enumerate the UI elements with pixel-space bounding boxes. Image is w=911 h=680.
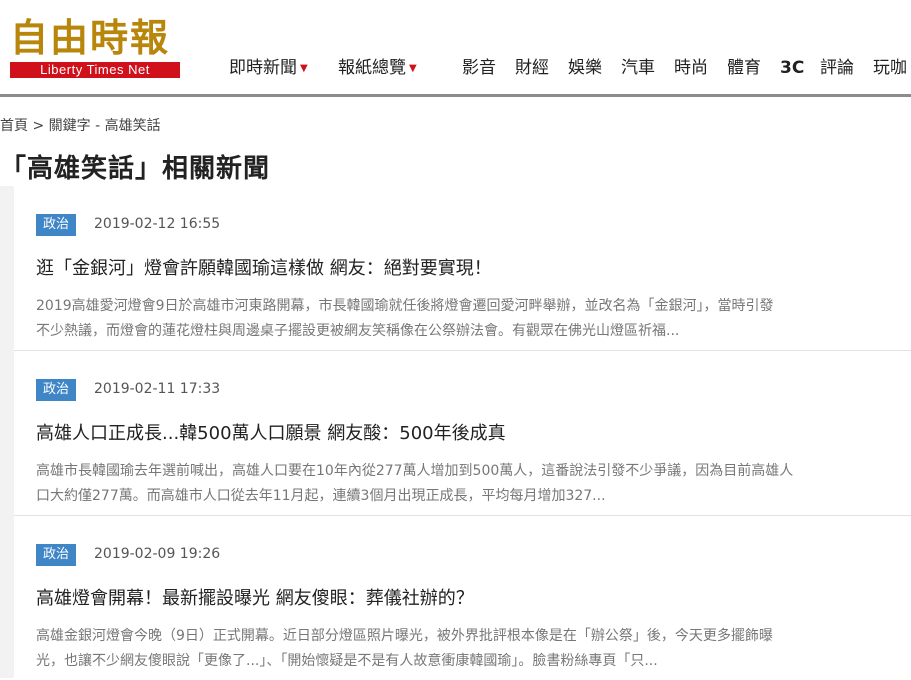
summary-line: 高雄金銀河燈會今晚（9日）正式開幕。近日部分燈區照片曝光，被外界批評根本像是在「… bbox=[36, 628, 773, 644]
nav-item-finance[interactable]: 財經 bbox=[515, 56, 549, 80]
news-summary: 高雄金銀河燈會今晚（9日）正式開幕。近日部分燈區照片曝光，被外界批評根本像是在「… bbox=[36, 624, 898, 674]
logo-char: 時 bbox=[90, 15, 129, 60]
news-headline-link[interactable]: 高雄燈會開幕！最新擺設曝光 網友傻眼：葬儀社辦的？ bbox=[36, 584, 474, 610]
news-headline-link[interactable]: 高雄人口正成長...韓500萬人口願景 網友酸：500年後成真 bbox=[36, 419, 506, 445]
nav-item-fashion[interactable]: 時尚 bbox=[674, 56, 708, 80]
logo-char: 自 bbox=[10, 15, 49, 60]
nav-item-commentary[interactable]: 評論 bbox=[820, 56, 854, 80]
category-badge[interactable]: 政治 bbox=[36, 214, 77, 236]
summary-line: 光，也讓不少網友傻眼說「更像了...」、「開始懷疑是不是有人故意衝康韓國瑜」。臉… bbox=[36, 653, 658, 669]
site-header: 自 由 時 報 Liberty Times Net 即時新聞 ▼ 報紙總覽 ▼ 影音… bbox=[0, 0, 911, 97]
caret-down-icon: ▼ bbox=[300, 63, 308, 74]
news-summary: 2019高雄愛河燈會9日於高雄市河東路開幕，市長韓國瑜就任後將燈會遷回愛河畔舉辦… bbox=[36, 294, 898, 344]
breadcrumb-home-link[interactable]: 首頁 bbox=[0, 118, 28, 134]
caret-down-icon: ▼ bbox=[409, 63, 417, 74]
news-card: 政治 2019-02-09 19:26 高雄燈會開幕！最新擺設曝光 網友傻眼：葬… bbox=[14, 516, 911, 680]
logo-english: Liberty Times Net bbox=[10, 62, 180, 78]
news-date: 2019-02-11 17:33 bbox=[94, 381, 221, 397]
nav-label: 報紙總覽 bbox=[338, 58, 406, 78]
nav-item-auto[interactable]: 汽車 bbox=[621, 56, 655, 80]
summary-line: 口大約僅277萬。而高雄市人口從去年11月起，連續3個月出現正成長，平均每月增加… bbox=[36, 488, 606, 504]
nav-item-entertainment[interactable]: 娛樂 bbox=[568, 56, 602, 80]
logo-char: 由 bbox=[50, 15, 89, 60]
nav-item-playfun[interactable]: 玩咖 bbox=[873, 56, 907, 80]
news-summary: 高雄市長韓國瑜去年選前喊出，高雄人口要在10年內從277萬人增加到500萬人，這… bbox=[36, 459, 898, 509]
nav-item-realtime-news[interactable]: 即時新聞 ▼ bbox=[229, 56, 308, 83]
breadcrumb: 首頁 > 關鍵字 - 高雄笑話 bbox=[0, 115, 161, 135]
summary-line: 2019高雄愛河燈會9日於高雄市河東路開幕，市長韓國瑜就任後將燈會遷回愛河畔舉辦… bbox=[36, 298, 774, 314]
header-divider bbox=[0, 94, 911, 97]
nav-label: 即時新聞 bbox=[229, 58, 297, 78]
news-date: 2019-02-09 19:26 bbox=[94, 546, 221, 562]
news-list: 政治 2019-02-12 16:55 逛「金銀河」燈會許願韓國瑜這樣做 網友：… bbox=[0, 186, 911, 680]
news-card: 政治 2019-02-12 16:55 逛「金銀河」燈會許願韓國瑜這樣做 網友：… bbox=[14, 186, 911, 350]
news-date: 2019-02-12 16:55 bbox=[94, 216, 221, 232]
site-logo[interactable]: 自 由 時 報 Liberty Times Net bbox=[10, 18, 182, 80]
summary-line: 不少熱議，而燈會的蓮花燈柱與周邊桌子擺設更被網友笑稱像在公祭辦法會。有觀眾在佛光… bbox=[36, 323, 680, 339]
logo-chinese: 自 由 時 報 bbox=[10, 18, 182, 58]
category-badge[interactable]: 政治 bbox=[36, 544, 77, 566]
nav-item-newspaper[interactable]: 報紙總覽 ▼ bbox=[338, 56, 417, 83]
category-badge[interactable]: 政治 bbox=[36, 379, 77, 401]
logo-char: 報 bbox=[130, 15, 169, 60]
nav-item-video[interactable]: 影音 bbox=[462, 56, 496, 80]
news-headline-link[interactable]: 逛「金銀河」燈會許願韓國瑜這樣做 網友：絕對要實現！ bbox=[36, 254, 492, 280]
nav-item-3c[interactable]: 3C bbox=[780, 56, 804, 80]
nav-item-sports[interactable]: 體育 bbox=[727, 56, 761, 80]
page-title: 「高雄笑話」相關新聞 bbox=[0, 154, 271, 184]
summary-line: 高雄市長韓國瑜去年選前喊出，高雄人口要在10年內從277萬人增加到500萬人，這… bbox=[36, 463, 794, 479]
breadcrumb-current: 關鍵字 - 高雄笑話 bbox=[48, 118, 161, 134]
news-card: 政治 2019-02-11 17:33 高雄人口正成長...韓500萬人口願景 … bbox=[14, 351, 911, 515]
breadcrumb-separator: > bbox=[32, 118, 45, 134]
